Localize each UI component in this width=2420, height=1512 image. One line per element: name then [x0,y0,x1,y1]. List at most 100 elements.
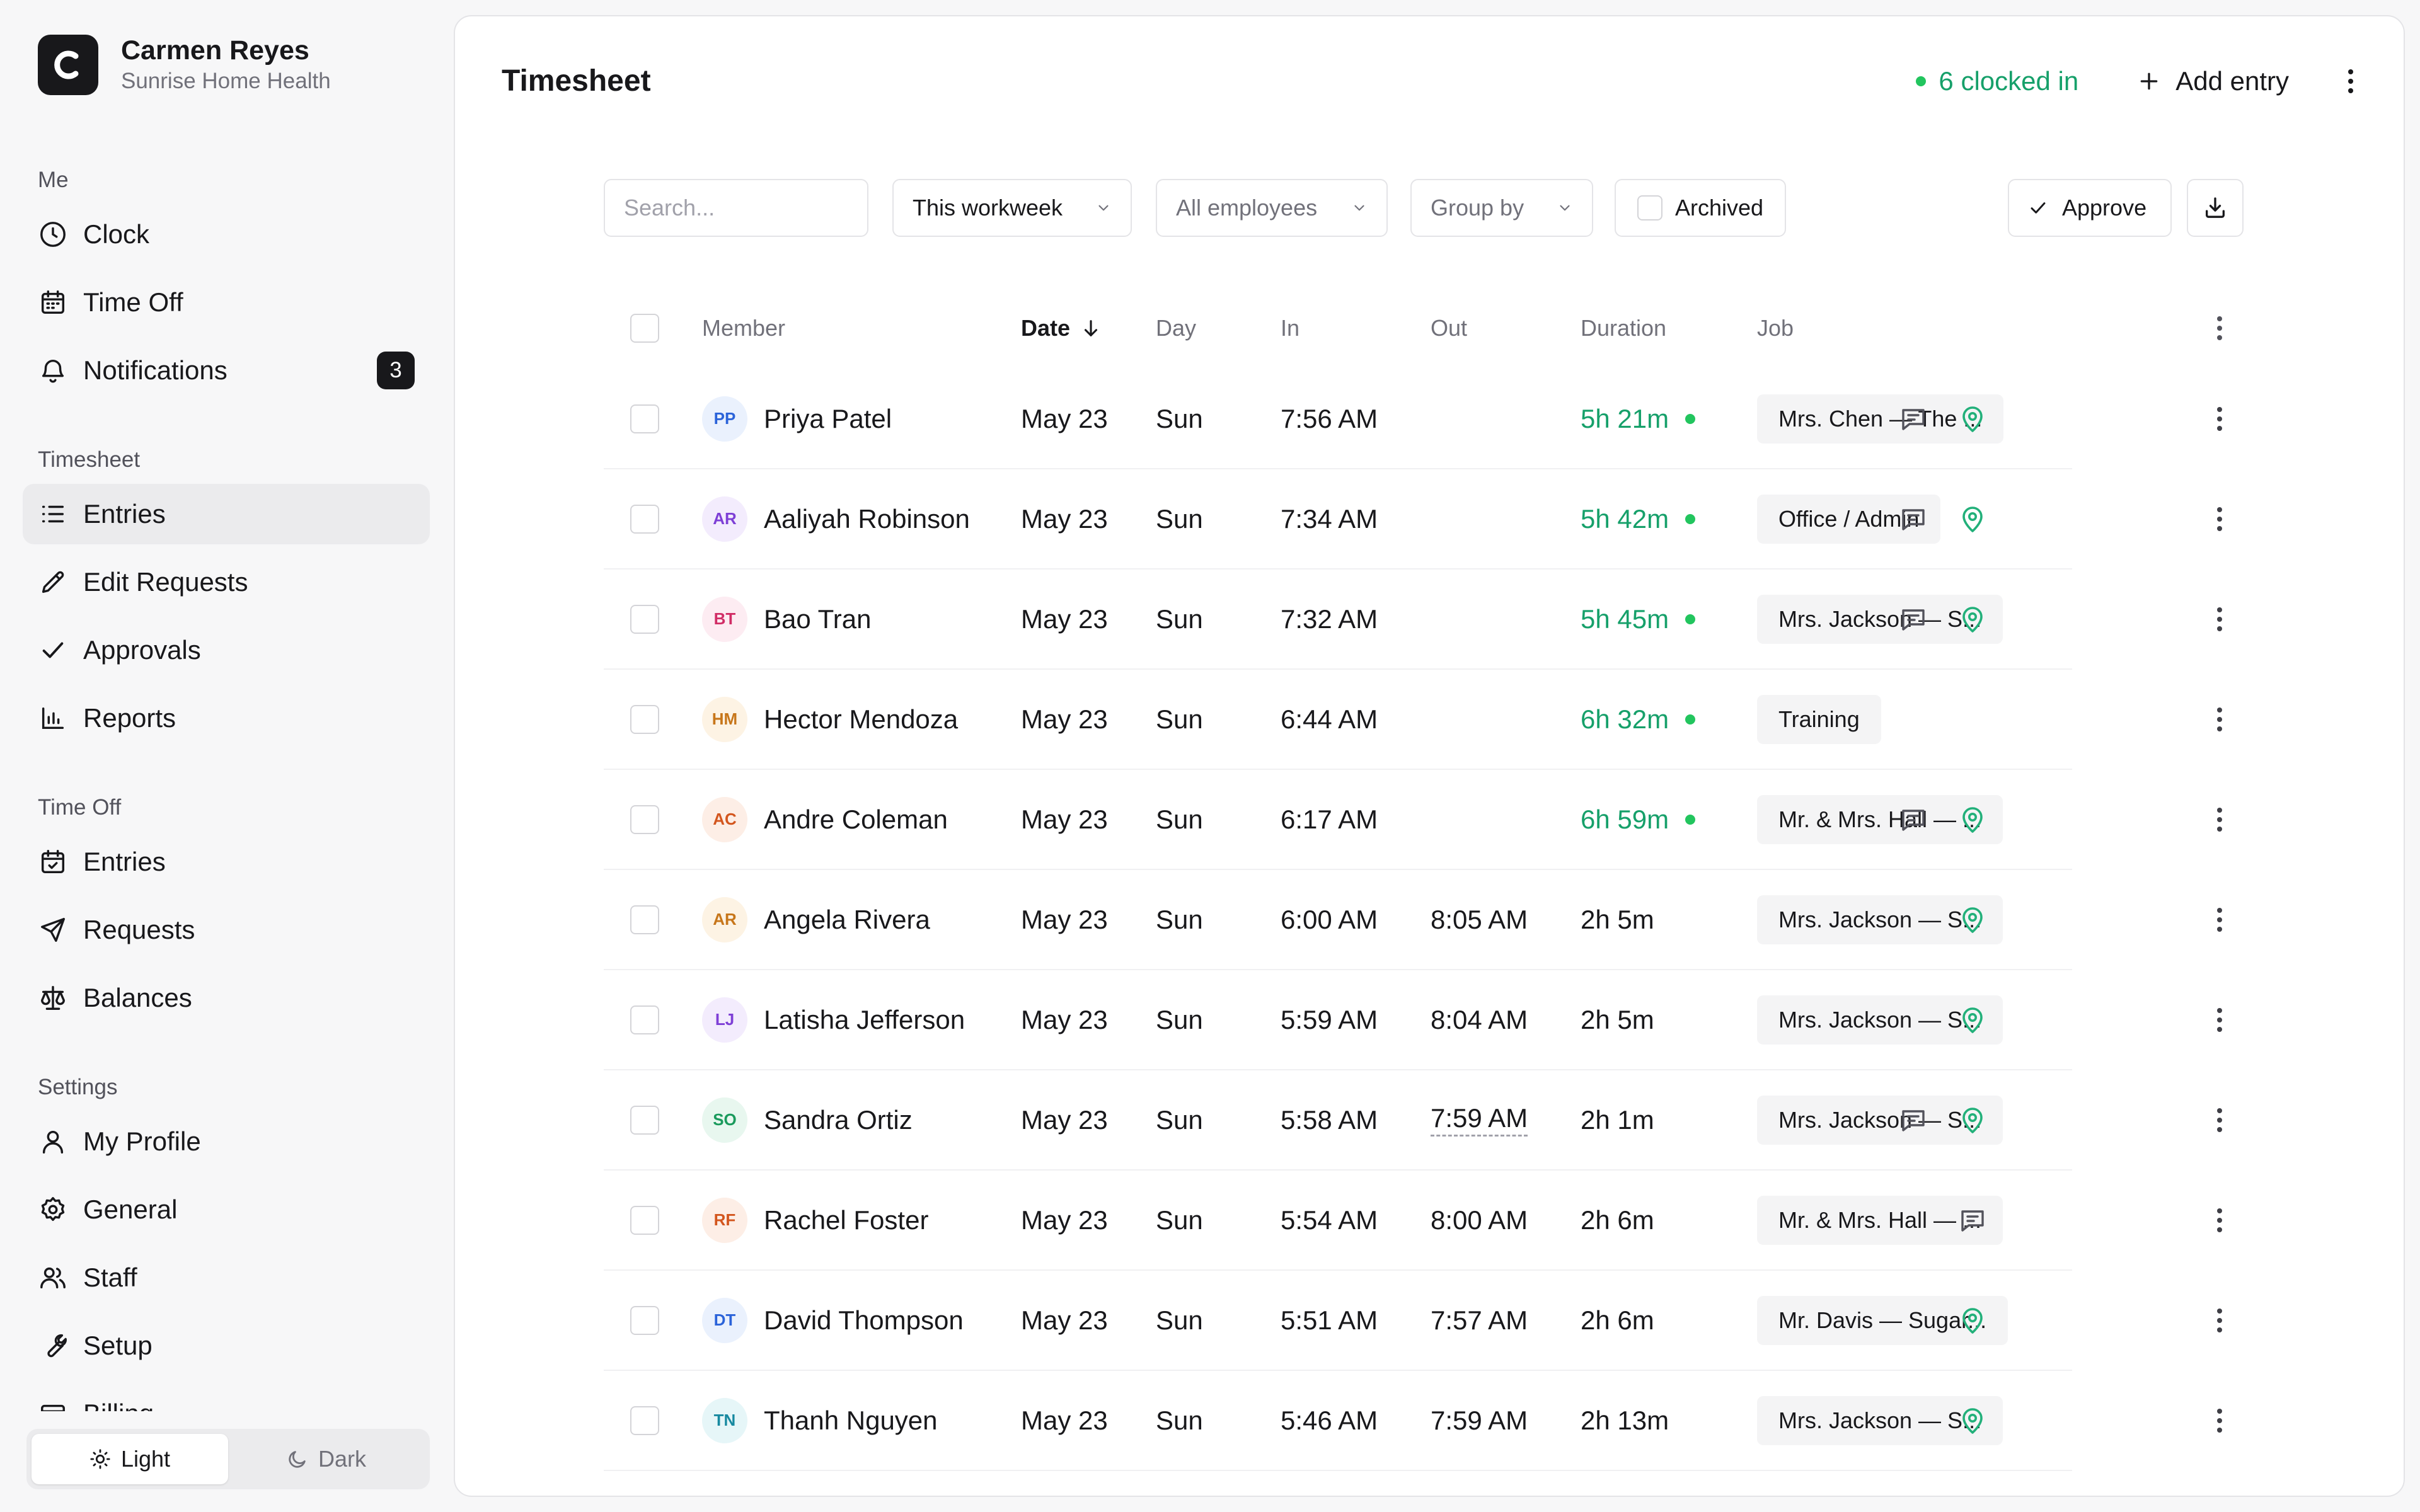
column-duration[interactable]: Duration [1581,287,1666,369]
clock-in-cell[interactable]: 5:44 AM [1281,1471,1378,1496]
page-more-menu-icon[interactable] [2346,67,2356,95]
table-row[interactable]: RF Rachel Foster May 23 Sun 5:54 AM 8:00 AM 2h… [455,1171,2404,1271]
row-checkbox[interactable] [630,1305,659,1335]
clock-in-cell[interactable]: 5:54 AM [1281,1171,1378,1269]
column-day[interactable]: Day [1156,287,1196,369]
table-row[interactable]: AR Angela Rivera May 23 Sun 6:00 AM 8:05 AM 2h… [455,870,2404,970]
row-checkbox[interactable] [630,1005,659,1034]
clock-out-cell[interactable]: 7:59 AM [1431,1070,1528,1169]
clock-out-cell[interactable]: 7:57 AM [1431,1271,1528,1370]
clock-out-cell[interactable]: 8:04 AM [1431,970,1528,1069]
table-row[interactable]: AC Andre Coleman May 23 Sun 6:17 AM 6h 59m Mr.… [455,770,2404,870]
comment-icon[interactable] [1954,1171,1991,1269]
nav-item-clock[interactable]: Clock [23,204,430,265]
column-member[interactable]: Member [702,287,785,369]
nav-item-requests[interactable]: Requests [23,900,430,960]
search-input[interactable] [604,179,868,237]
row-checkbox[interactable] [630,704,659,734]
comment-icon[interactable] [1894,369,1932,468]
member-cell[interactable]: BT Bao Tran [702,570,871,668]
nav-item-general[interactable]: General [23,1179,430,1240]
comment-icon[interactable] [1894,1070,1932,1169]
table-row[interactable]: DMDorothy Mitchell May 23 Sun 5:44 AM 7:48 A… [455,1471,2404,1496]
employees-select[interactable]: All employees [1156,179,1388,237]
member-cell[interactable]: AR Angela Rivera [702,870,930,969]
member-cell[interactable]: TN Thanh Nguyen [702,1371,938,1470]
member-cell[interactable]: DT David Thompson [702,1271,964,1370]
table-row[interactable]: LJ Latisha Jefferson May 23 Sun 5:59 AM 8:04 … [455,970,2404,1070]
member-cell[interactable]: HM Hector Mendoza [702,670,958,769]
location-pin-icon[interactable] [1954,970,1991,1069]
table-row[interactable]: DT David Thompson May 23 Sun 5:51 AM 7:57 AM 2… [455,1271,2404,1371]
row-checkbox[interactable] [630,604,659,634]
location-pin-icon[interactable] [1954,469,1991,568]
nav-item-staff[interactable]: Staff [23,1247,430,1308]
clocked-in-indicator[interactable]: 6 clocked in [1916,66,2078,96]
location-pin-icon[interactable] [1954,1371,1991,1470]
nav-item-time-off[interactable]: Time Off [23,272,430,333]
clock-in-cell[interactable]: 5:58 AM [1281,1070,1378,1169]
row-checkbox[interactable] [630,805,659,834]
row-more-menu-icon[interactable] [2201,369,2238,468]
nav-item-timesheet-entries[interactable]: Entries [23,484,430,544]
clock-in-cell[interactable]: 7:56 AM [1281,369,1378,468]
location-pin-icon[interactable] [1954,1070,1991,1169]
clock-out-cell[interactable]: 8:05 AM [1431,870,1528,969]
column-date[interactable]: Date [1021,287,1102,369]
nav-item-reports[interactable]: Reports [23,688,430,748]
row-checkbox[interactable] [630,504,659,534]
add-entry-button[interactable]: Add entry [2136,66,2289,96]
row-checkbox[interactable] [630,1105,659,1135]
location-pin-icon[interactable] [1954,369,1991,468]
row-more-menu-icon[interactable] [2201,1171,2238,1269]
member-cell[interactable]: AC Andre Coleman [702,770,948,869]
clock-in-cell[interactable]: 7:34 AM [1281,469,1378,568]
member-cell[interactable]: RF Rachel Foster [702,1171,928,1269]
group-by-select[interactable]: Group by [1410,179,1593,237]
column-job[interactable]: Job [1757,287,1794,369]
row-more-menu-icon[interactable] [2201,1070,2238,1169]
archived-checkbox[interactable] [1637,195,1662,220]
row-more-menu-icon[interactable] [2201,770,2238,869]
download-button[interactable] [2187,179,2244,237]
nav-item-notifications[interactable]: Notifications 3 [23,340,430,401]
table-row[interactable]: PP Priya Patel May 23 Sun 7:56 AM 5h 21m Mrs. … [455,369,2404,469]
clock-out-cell[interactable]: 8:00 AM [1431,1171,1528,1269]
member-cell[interactable]: LJ Latisha Jefferson [702,970,965,1069]
table-row[interactable]: SO Sandra Ortiz May 23 Sun 5:58 AM 7:59 AM 2h … [455,1070,2404,1171]
approve-button[interactable]: Approve [2008,179,2172,237]
job-chip[interactable]: Training [1757,694,1881,744]
location-pin-icon[interactable] [1954,570,1991,668]
nav-item-balances[interactable]: Balances [23,968,430,1028]
row-more-menu-icon[interactable] [2201,670,2238,769]
comment-icon[interactable] [1894,570,1932,668]
clock-in-cell[interactable]: 7:32 AM [1281,570,1378,668]
clock-out-cell[interactable]: 7:59 AM [1431,1371,1528,1470]
member-cell[interactable]: AR Aaliyah Robinson [702,469,970,568]
nav-item-billing[interactable]: Billing [23,1383,430,1411]
column-options-icon[interactable] [2215,287,2225,369]
row-checkbox[interactable] [630,404,659,433]
row-more-menu-icon[interactable] [2201,1271,2238,1370]
row-checkbox[interactable] [630,1406,659,1435]
member-cell[interactable]: SO Sandra Ortiz [702,1070,913,1169]
row-more-menu-icon[interactable] [2201,1371,2238,1470]
nav-item-edit-requests[interactable]: Edit Requests [23,552,430,612]
row-checkbox[interactable] [630,905,659,934]
row-more-menu-icon[interactable] [2201,1471,2238,1496]
row-more-menu-icon[interactable] [2201,970,2238,1069]
nav-item-my-profile[interactable]: My Profile [23,1111,430,1172]
clock-out-cell[interactable]: 7:48 AM [1431,1471,1528,1496]
row-checkbox[interactable] [630,1205,659,1235]
row-more-menu-icon[interactable] [2201,570,2238,668]
member-cell[interactable]: DMDorothy Mitchell [702,1471,954,1496]
location-pin-icon[interactable] [1954,770,1991,869]
theme-light-button[interactable]: Light [32,1434,228,1484]
column-in[interactable]: In [1281,287,1299,369]
theme-dark-button[interactable]: Dark [228,1434,425,1484]
account-switcher[interactable]: Carmen Reyes Sunrise Home Health [38,34,331,96]
clock-in-cell[interactable]: 6:44 AM [1281,670,1378,769]
location-pin-icon[interactable] [1954,1471,1991,1496]
row-more-menu-icon[interactable] [2201,469,2238,568]
row-more-menu-icon[interactable] [2201,870,2238,969]
